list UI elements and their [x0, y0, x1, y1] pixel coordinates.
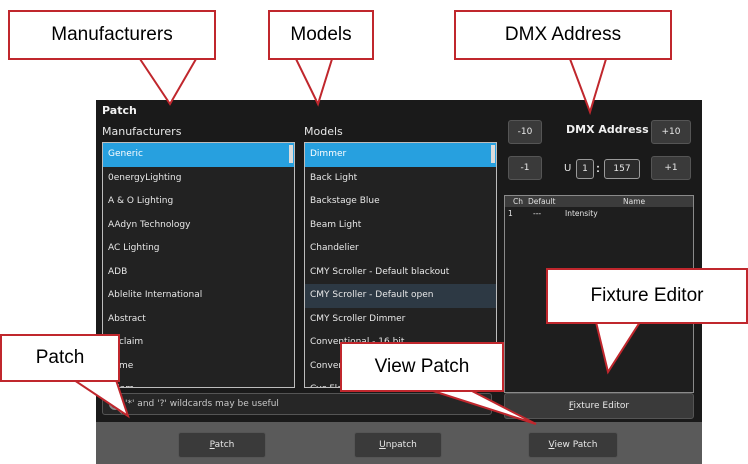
- list-item[interactable]: 0energyLighting: [103, 167, 294, 191]
- manufacturers-list[interactable]: Generic 0energyLighting A & O Lighting A…: [102, 142, 295, 388]
- cell-default: ---: [533, 209, 542, 218]
- minus-10-button[interactable]: -10: [508, 120, 542, 144]
- list-item[interactable]: Backstage Blue: [305, 190, 496, 214]
- view-patch-button[interactable]: View Patch: [528, 432, 618, 458]
- list-item[interactable]: CMY Scroller - Default open: [305, 284, 496, 308]
- window-title: Patch: [102, 104, 137, 117]
- button-label: npatch: [385, 440, 417, 450]
- universe-label: U: [564, 163, 572, 174]
- manufacturers-callout: Manufacturers: [8, 10, 216, 60]
- manufacturers-header: Manufacturers: [102, 125, 182, 138]
- column-name: Name: [623, 197, 646, 206]
- address-separator: :: [596, 161, 600, 175]
- channel-table-header: Ch Default Name: [505, 196, 693, 207]
- list-item[interactable]: Acme: [103, 355, 294, 379]
- models-header: Models: [304, 125, 343, 138]
- table-row[interactable]: 1 --- Intensity: [505, 208, 693, 219]
- list-item[interactable]: Ablelite International: [103, 284, 294, 308]
- search-hint: '*' and '?' wildcards may be useful: [125, 399, 279, 409]
- button-label: ixture Editor: [573, 401, 630, 411]
- list-item[interactable]: Chandelier: [305, 237, 496, 261]
- models-scrollbar[interactable]: [491, 145, 495, 163]
- list-item[interactable]: Adam: [103, 378, 294, 387]
- plus-1-button[interactable]: +1: [651, 156, 691, 180]
- column-ch: Ch: [513, 197, 523, 206]
- button-label: iew Patch: [554, 440, 598, 450]
- cell-ch: 1: [508, 209, 513, 218]
- manufacturers-pointer: [138, 58, 198, 106]
- plus-10-button[interactable]: +10: [651, 120, 691, 144]
- accelerator-key: U: [379, 440, 386, 450]
- cell-name: Intensity: [565, 209, 598, 218]
- list-item[interactable]: Abstract: [103, 308, 294, 332]
- search-input[interactable]: '*' and '?' wildcards may be useful: [102, 393, 492, 415]
- list-item[interactable]: AC Lighting: [103, 237, 294, 261]
- dmx-address-callout: DMX Address: [454, 10, 672, 60]
- fixture-editor-button[interactable]: Fixture Editor: [504, 393, 694, 419]
- universe-field[interactable]: 1: [576, 159, 594, 179]
- manufacturers-scrollbar[interactable]: [289, 145, 293, 163]
- view-patch-callout: View Patch: [340, 342, 504, 392]
- list-item[interactable]: CMY Scroller - Default blackout: [305, 261, 496, 285]
- unpatch-button[interactable]: Unpatch: [354, 432, 442, 458]
- list-item[interactable]: Dimmer: [305, 143, 496, 167]
- list-item[interactable]: Back Light: [305, 167, 496, 191]
- patch-button[interactable]: Patch: [178, 432, 266, 458]
- list-item[interactable]: AAdyn Technology: [103, 214, 294, 238]
- patch-callout: Patch: [0, 334, 120, 382]
- minus-1-button[interactable]: -1: [508, 156, 542, 180]
- list-item[interactable]: Beam Light: [305, 214, 496, 238]
- list-item[interactable]: CMY Scroller Dimmer: [305, 308, 496, 332]
- list-item[interactable]: A & O Lighting: [103, 190, 294, 214]
- models-callout: Models: [268, 10, 374, 60]
- search-icon: [109, 398, 121, 410]
- fixture-editor-callout: Fixture Editor: [546, 268, 748, 324]
- column-default: Default: [528, 197, 556, 206]
- list-item[interactable]: Generic: [103, 143, 294, 167]
- dmx-address-title: DMX Address: [566, 123, 649, 136]
- list-item[interactable]: Acclaim: [103, 331, 294, 355]
- button-label: atch: [214, 440, 235, 450]
- models-pointer: [294, 58, 334, 107]
- list-item[interactable]: ADB: [103, 261, 294, 285]
- bottom-bar: Patch Unpatch View Patch: [96, 422, 702, 464]
- address-field[interactable]: 157: [604, 159, 640, 179]
